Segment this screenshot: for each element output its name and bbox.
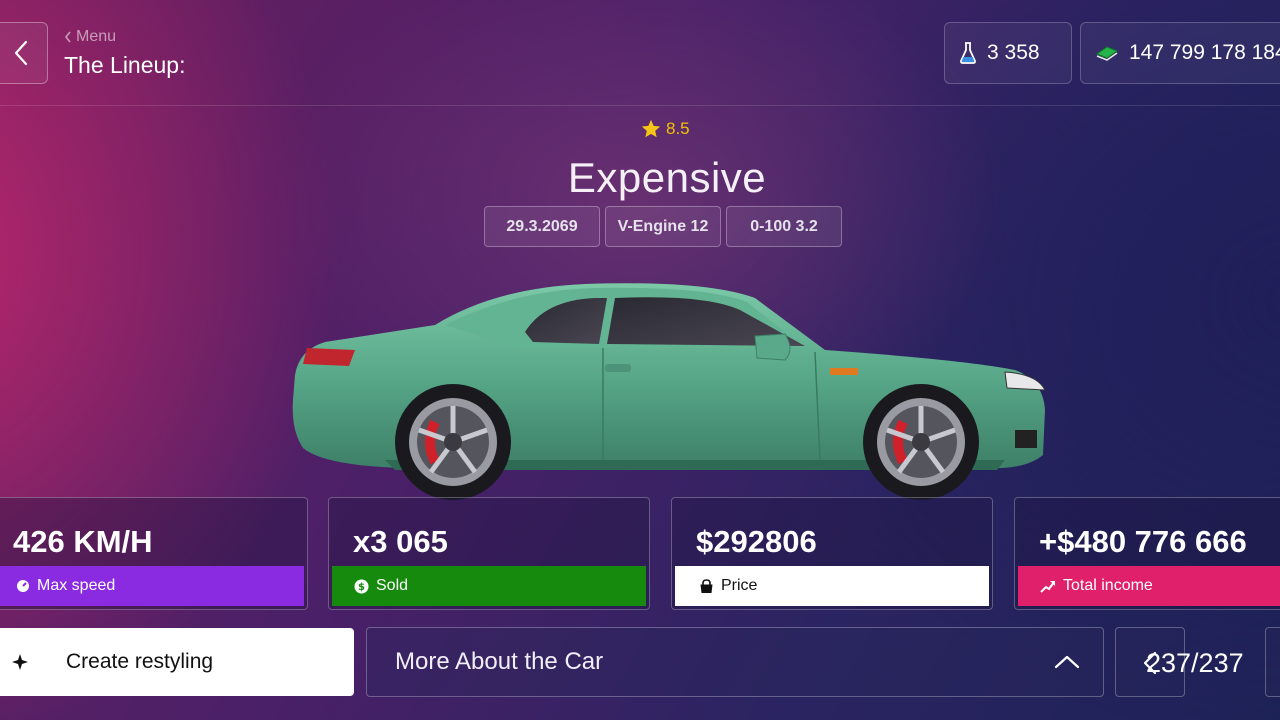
price-value: $292806 xyxy=(696,524,817,559)
trend-up-icon xyxy=(1040,581,1055,593)
create-restyling-button[interactable]: Create restyling xyxy=(0,628,354,696)
chevron-left-icon xyxy=(14,40,28,66)
car-image xyxy=(292,283,1046,500)
page-title: The Lineup: xyxy=(64,52,186,78)
stat-card-sold: x3 065 $ Sold xyxy=(328,497,650,610)
header-divider xyxy=(0,105,1280,106)
svg-text:$: $ xyxy=(358,582,365,593)
dollar-coin-icon: $ xyxy=(354,579,369,593)
breadcrumb[interactable]: Menu xyxy=(64,28,116,46)
chevron-up-icon xyxy=(1054,655,1080,669)
shopping-bag-icon xyxy=(700,578,713,593)
car-name: Expensive xyxy=(567,154,767,201)
sold-value: x3 065 xyxy=(353,524,448,559)
breadcrumb-label: Menu xyxy=(76,28,117,45)
flask-icon xyxy=(960,42,976,64)
car-index-counter: 237/237 xyxy=(1146,648,1244,678)
max-speed-label: Max speed xyxy=(37,577,116,594)
sold-label-bar: $ Sold xyxy=(332,566,646,606)
total-income-label-bar: Total income xyxy=(1018,566,1280,606)
stat-card-price: $292806 Price xyxy=(671,497,993,610)
star-icon xyxy=(641,119,661,138)
total-income-label: Total income xyxy=(1063,577,1153,594)
chevron-left-small-icon xyxy=(64,31,71,43)
car-specs: 29.3.2069 V-Engine 12 0-100 3.2 xyxy=(484,206,842,247)
stat-card-total-income: +$480 776 666 Total income xyxy=(1014,497,1280,610)
flask-resource[interactable]: 3 358 xyxy=(944,22,1072,84)
next-car-button[interactable] xyxy=(1265,627,1280,697)
cash-resource[interactable]: 147 799 178 184 xyxy=(1080,22,1280,84)
stat-card-max-speed: 426 KM/H Max speed xyxy=(0,497,308,610)
max-speed-label-bar: Max speed xyxy=(0,566,304,606)
create-restyling-label: Create restyling xyxy=(66,650,214,673)
price-label: Price xyxy=(721,577,758,594)
sparkle-icon xyxy=(12,654,28,670)
car-rating: 8.5 xyxy=(640,118,690,140)
flask-count: 3 358 xyxy=(987,41,1040,64)
spec-release-date: 29.3.2069 xyxy=(484,206,600,247)
spec-engine: V-Engine 12 xyxy=(605,206,721,247)
spec-acceleration: 0-100 3.2 xyxy=(726,206,842,247)
more-about-car-label: More About the Car xyxy=(395,648,604,675)
more-about-car-toggle[interactable]: More About the Car xyxy=(366,627,1104,697)
total-income-value: +$480 776 666 xyxy=(1039,524,1247,559)
back-button[interactable] xyxy=(0,22,48,84)
sold-label: Sold xyxy=(376,577,409,594)
speedometer-icon xyxy=(17,580,29,592)
rating-value: 8.5 xyxy=(666,119,690,138)
max-speed-value: 426 KM/H xyxy=(13,524,153,559)
price-label-bar: Price xyxy=(675,566,989,606)
cash-amount: 147 799 178 184 xyxy=(1129,41,1280,64)
cash-stack-icon xyxy=(1095,46,1119,61)
